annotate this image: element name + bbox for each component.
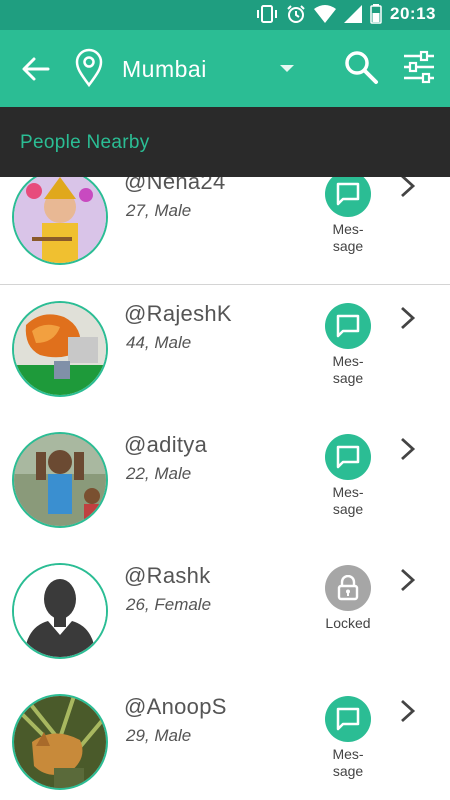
list-item[interactable]: @aditya 22, Male Mes- sage — [0, 416, 450, 548]
wifi-icon — [314, 5, 337, 23]
battery-icon — [370, 4, 382, 24]
action-label: Mes- sage — [332, 221, 364, 254]
filter-sliders-icon[interactable] — [402, 50, 436, 84]
list-item[interactable]: @AnoopS 29, Male Mes- sage — [0, 678, 450, 800]
chevron-right-icon[interactable] — [398, 305, 418, 331]
user-details: 44, Male — [126, 333, 192, 352]
signal-icon — [344, 5, 363, 23]
profile-photo — [14, 303, 106, 395]
section-header: People Nearby — [0, 107, 450, 177]
people-list[interactable]: @Neha24 27, Male Mes- sage @RajeshK 44, … — [0, 177, 450, 800]
username: @AnoopS — [124, 694, 227, 719]
alarm-icon — [287, 5, 305, 23]
username: @RajeshK — [124, 301, 232, 326]
list-item[interactable]: @RajeshK 44, Male Mes- sage — [0, 285, 450, 417]
message-button[interactable]: Mes- sage — [322, 177, 374, 255]
section-title: People Nearby — [20, 132, 150, 153]
profile-photo — [14, 434, 106, 526]
user-details: 29, Male — [126, 726, 192, 745]
user-details: 26, Female — [126, 595, 212, 614]
user-details: 22, Male — [126, 464, 192, 483]
message-icon — [336, 182, 360, 206]
search-icon[interactable] — [342, 48, 380, 86]
dropdown-arrow-icon[interactable] — [278, 61, 296, 75]
avatar — [12, 563, 108, 659]
avatar — [12, 694, 108, 790]
avatar — [12, 177, 108, 265]
app-bar: Mumbai — [0, 30, 450, 107]
username: @Neha24 — [124, 177, 226, 194]
vibrate-icon — [257, 5, 278, 23]
message-icon — [336, 445, 360, 469]
clock-time: 20:13 — [390, 4, 436, 23]
chevron-right-icon[interactable] — [398, 567, 418, 593]
locked-button[interactable]: Locked — [318, 565, 378, 632]
action-label: Mes- sage — [332, 746, 364, 779]
profile-photo — [14, 696, 106, 788]
avatar — [12, 432, 108, 528]
list-item[interactable]: @Neha24 27, Male Mes- sage — [0, 177, 450, 285]
action-label: Mes- sage — [332, 353, 364, 386]
message-button[interactable]: Mes- sage — [322, 696, 374, 780]
avatar — [12, 301, 108, 397]
username: @Rashk — [124, 563, 211, 588]
message-button[interactable]: Mes- sage — [322, 303, 374, 387]
default-avatar-icon — [14, 565, 106, 657]
user-details: 27, Male — [126, 201, 192, 220]
username: @aditya — [124, 432, 208, 457]
chevron-right-icon[interactable] — [398, 177, 418, 199]
back-arrow-icon[interactable] — [18, 52, 52, 86]
message-icon — [336, 314, 360, 338]
list-item[interactable]: @Rashk 26, Female Locked — [0, 547, 450, 679]
profile-photo — [14, 177, 106, 263]
location-dropdown[interactable]: Mumbai — [122, 56, 207, 83]
location-pin-icon — [75, 48, 103, 88]
chevron-right-icon[interactable] — [398, 698, 418, 724]
status-bar: 20:13 — [0, 0, 450, 30]
chevron-right-icon[interactable] — [398, 436, 418, 462]
action-label: Locked — [325, 615, 371, 631]
lock-icon — [337, 575, 359, 601]
message-icon — [336, 707, 360, 731]
message-button[interactable]: Mes- sage — [322, 434, 374, 518]
action-label: Mes- sage — [332, 484, 364, 517]
